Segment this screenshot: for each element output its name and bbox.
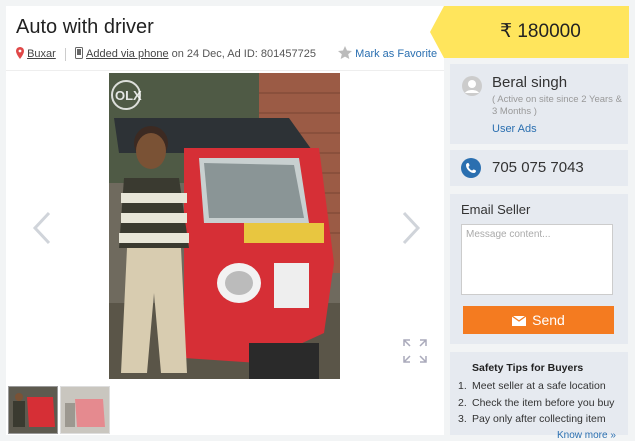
prev-image-button[interactable] — [32, 211, 52, 247]
added-via-link[interactable]: Added via phone — [86, 48, 169, 60]
mark-favorite-link[interactable]: Mark as Favorite — [355, 48, 437, 60]
auto-rickshaw-image: OLX — [109, 73, 340, 379]
list-item: 2. Check the item before you buy — [458, 396, 615, 409]
olx-watermark: OLX — [115, 88, 142, 103]
send-label: Send — [532, 312, 565, 328]
safety-tips-title: Safety Tips for Buyers — [472, 362, 584, 374]
price-tag: ₹ 180000 — [430, 6, 629, 58]
image-gallery: OLX — [6, 70, 444, 381]
seller-name: Beral singh — [492, 74, 568, 91]
thumbnail-2[interactable] — [60, 386, 110, 434]
ad-title: Auto with driver — [16, 16, 154, 38]
phone-number[interactable]: 705 075 7043 — [492, 159, 584, 176]
avatar-icon — [462, 76, 482, 101]
list-item: 1. Meet seller at a safe location — [458, 380, 606, 392]
chevron-right-icon — [402, 211, 421, 245]
email-seller-card: Email Seller Send — [450, 194, 628, 344]
safety-tips-list: 1. Meet seller at a safe location 2. Check… — [458, 380, 614, 430]
location-pin-icon — [16, 46, 27, 62]
email-seller-title: Email Seller — [461, 202, 531, 217]
phone-icon — [461, 158, 481, 183]
star-icon[interactable] — [338, 46, 355, 62]
fullscreen-button[interactable] — [402, 338, 428, 369]
chevron-left-icon — [32, 211, 51, 245]
added-on-text: on 24 Dec, Ad ID: 801457725 — [171, 48, 316, 60]
price-value: ₹ 180000 — [500, 21, 581, 42]
safety-tips-card: Safety Tips for Buyers 1. Meet seller at … — [450, 352, 628, 441]
list-item: 3. Pay only after collecting item — [458, 413, 606, 425]
ad-panel: Auto with driver Buxar Added via phone o… — [6, 6, 444, 435]
seller-card: Beral singh ( Active on site since 2 Yea… — [450, 64, 628, 144]
thumbnail-1[interactable] — [8, 386, 58, 434]
next-image-button[interactable] — [401, 211, 421, 247]
ad-meta: Buxar Added via phone on 24 Dec, Ad ID: … — [16, 46, 437, 62]
expand-icon — [403, 339, 427, 363]
location-link[interactable]: Buxar — [27, 48, 56, 60]
main-photo[interactable]: OLX — [109, 73, 340, 379]
message-input[interactable] — [461, 224, 613, 295]
user-ads-link[interactable]: User Ads — [492, 123, 537, 135]
phone-device-icon — [74, 46, 86, 62]
phone-card[interactable]: 705 075 7043 — [450, 150, 628, 186]
divider — [64, 47, 66, 61]
send-button[interactable]: Send — [463, 306, 614, 334]
seller-active-since: ( Active on site since 2 Years & 3 Month… — [492, 94, 622, 117]
know-more-link[interactable]: Know more » — [557, 430, 616, 441]
envelope-icon — [511, 315, 527, 326]
